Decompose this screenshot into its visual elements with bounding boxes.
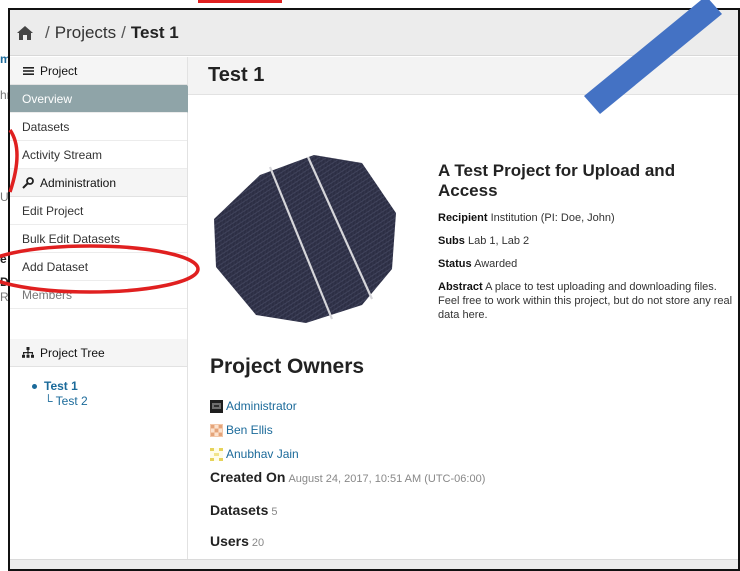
sidebar-item-activity-stream[interactable]: Activity Stream xyxy=(10,141,187,169)
users-label: Users xyxy=(210,533,249,549)
sitemap-icon xyxy=(22,347,34,359)
sidebar-item-add-dataset[interactable]: Add Dataset xyxy=(10,253,187,281)
sidebar-section-administration: Administration xyxy=(10,169,187,197)
menu-icon xyxy=(22,65,34,77)
owner-link[interactable]: Ben Ellis xyxy=(210,423,273,437)
sidebar-item-edit-project[interactable]: Edit Project xyxy=(10,197,187,225)
tree-node-label: Test 2 xyxy=(55,394,88,408)
tree-node-child[interactable]: └ Test 2 xyxy=(32,394,187,408)
recipient-row: Recipient Institution (PI: Doe, John) xyxy=(438,211,738,225)
sidebar-item-label: Bulk Edit Datasets xyxy=(22,231,121,246)
sidebar-item-members[interactable]: Members xyxy=(10,281,187,309)
sidebar: Project Overview Datasets Activity Strea… xyxy=(10,57,197,562)
owner-link[interactable]: Anubhav Jain xyxy=(210,447,299,461)
sidebar-section-label: Administration xyxy=(40,175,117,190)
abstract-row: Abstract A place to test uploading and d… xyxy=(438,280,738,322)
project-owners-heading: Project Owners xyxy=(210,355,365,378)
home-icon[interactable] xyxy=(16,25,34,41)
page-title-bar: Test 1 xyxy=(188,57,738,95)
sidebar-item-label: Add Dataset xyxy=(22,259,89,274)
owner-name: Ben Ellis xyxy=(226,423,273,437)
project-page-window: / Projects / Test 1 Project Overview Dat… xyxy=(8,8,740,571)
sidebar-item-label: Edit Project xyxy=(22,203,84,218)
project-tree: Test 1 └ Test 2 xyxy=(10,367,187,408)
breadcrumb-separator: / xyxy=(121,22,126,42)
breadcrumb-projects[interactable]: Projects xyxy=(55,23,116,43)
avatar-icon xyxy=(210,399,223,413)
owner-name: Anubhav Jain xyxy=(226,447,299,461)
avatar-icon xyxy=(210,423,223,437)
created-on: Created On August 24, 2017, 10:51 AM (UTC… xyxy=(210,469,485,485)
created-value: August 24, 2017, 10:51 AM (UTC-06:00) xyxy=(288,473,486,485)
subs-value: Lab 1, Lab 2 xyxy=(467,235,530,247)
recipient-value: Institution (PI: Doe, John) xyxy=(490,212,615,224)
created-label: Created On xyxy=(210,469,286,485)
subs-label: Subs xyxy=(438,235,465,247)
project-title: A Test Project for Upload and Access xyxy=(438,161,676,200)
project-image xyxy=(214,155,396,323)
project-details: A Test Project for Upload and Access Rec… xyxy=(438,161,738,331)
sidebar-section-project-tree: Project Tree xyxy=(10,339,187,367)
sidebar-item-datasets[interactable]: Datasets xyxy=(10,113,187,141)
users-count: Users 20 xyxy=(210,533,264,549)
datasets-value: 5 xyxy=(271,506,278,518)
subs-row: Subs Lab 1, Lab 2 xyxy=(438,234,738,248)
datasets-label: Datasets xyxy=(210,502,269,518)
background-red-line xyxy=(198,0,282,3)
sidebar-item-overview[interactable]: Overview xyxy=(10,85,197,113)
recipient-label: Recipient xyxy=(438,212,488,224)
sidebar-item-label: Members xyxy=(22,287,73,302)
status-row: Status Awarded xyxy=(438,257,738,271)
owner-name: Administrator xyxy=(226,399,297,413)
abstract-value: A place to test uploading and downloadin… xyxy=(438,281,733,321)
owner-link[interactable]: Administrator xyxy=(210,399,297,413)
sidebar-item-bulk-edit-datasets[interactable]: Bulk Edit Datasets xyxy=(10,225,187,253)
wrench-icon xyxy=(22,176,34,189)
status-value: Awarded xyxy=(474,258,518,270)
bottom-bar xyxy=(10,559,738,569)
abstract-label: Abstract xyxy=(438,281,483,293)
tree-node-label: Test 1 xyxy=(44,379,78,393)
tree-branch-glyph: └ xyxy=(44,394,53,408)
breadcrumb: / Projects / Test 1 xyxy=(10,10,738,56)
datasets-count: Datasets 5 xyxy=(210,502,278,518)
breadcrumb-current: Test 1 xyxy=(130,22,179,42)
sidebar-section-label: Project xyxy=(40,63,78,78)
sidebar-item-label: Activity Stream xyxy=(22,147,103,162)
sidebar-item-label: Overview xyxy=(22,91,73,106)
status-label: Status xyxy=(438,258,472,270)
sidebar-section-project: Project xyxy=(10,57,187,85)
breadcrumb-separator: / xyxy=(45,22,50,42)
sidebar-item-label: Datasets xyxy=(22,119,70,134)
users-value: 20 xyxy=(251,537,265,549)
bullet-icon xyxy=(32,383,37,389)
background-text: e xyxy=(0,252,7,266)
avatar-icon xyxy=(210,447,223,461)
sidebar-section-label: Project Tree xyxy=(40,345,105,360)
main-content: Test 1 A Test Project for Upload and Acc… xyxy=(188,57,738,562)
tree-node-root[interactable]: Test 1 xyxy=(32,379,187,393)
page-title: Test 1 xyxy=(208,64,265,86)
